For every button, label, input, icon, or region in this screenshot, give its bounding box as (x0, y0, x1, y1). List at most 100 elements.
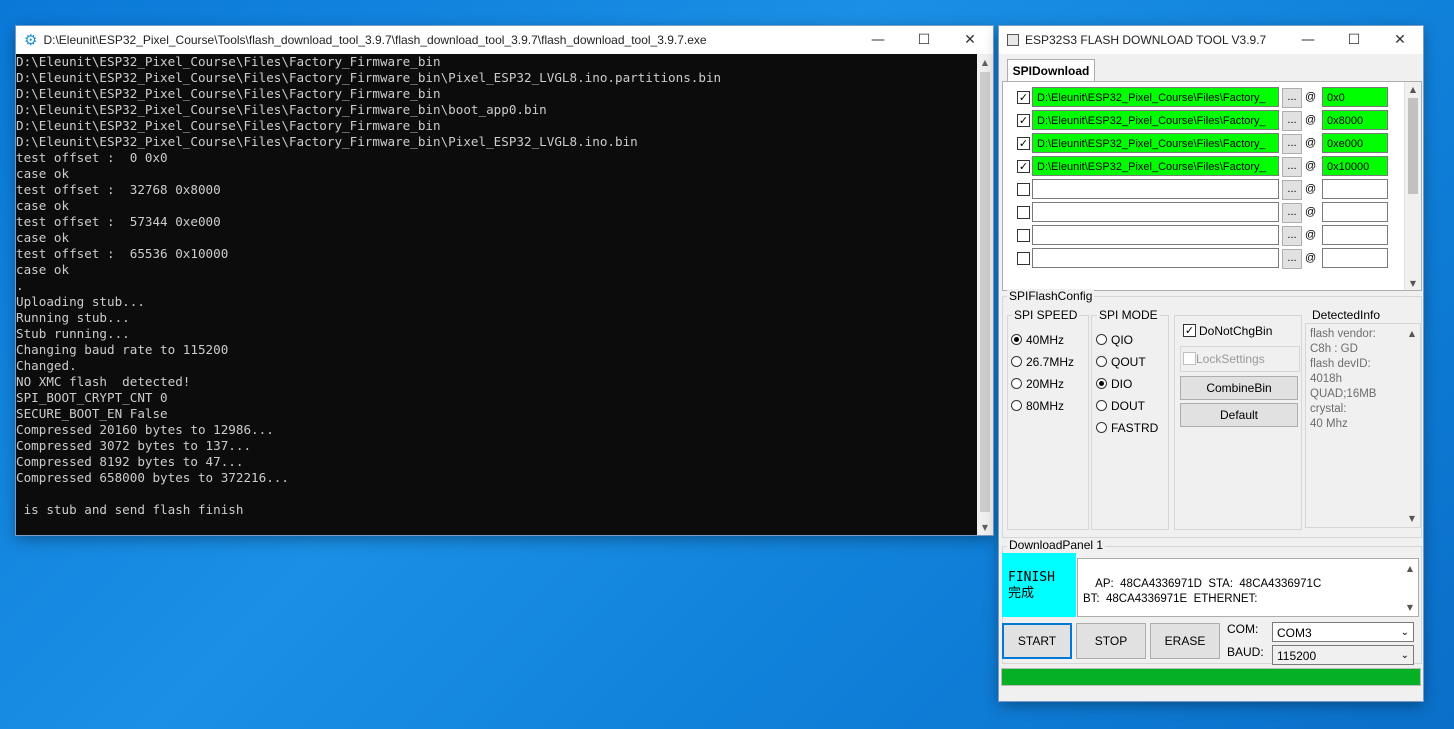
chevron-down-icon: ⌄ (1400, 650, 1409, 661)
close-button[interactable]: ✕ (1377, 26, 1423, 54)
file-checkbox[interactable]: ✓ (1017, 114, 1030, 127)
spi-speed-option-label: 26.7MHz (1026, 355, 1075, 369)
spi-mode-option-label: QIO (1111, 333, 1134, 347)
browse-button[interactable]: ... (1282, 180, 1302, 200)
lock-settings-checkbox[interactable] (1183, 352, 1196, 365)
combine-bin-button[interactable]: CombineBin (1180, 376, 1298, 400)
file-path-input[interactable]: D:\Eleunit\ESP32_Pixel_Course\Files\Fact… (1032, 156, 1279, 176)
file-row: ✓ D:\Eleunit\ESP32_Pixel_Course\Files\Fac… (1003, 87, 1403, 109)
baud-select[interactable]: 115200 ⌄ (1272, 645, 1414, 665)
browse-button[interactable]: ... (1282, 203, 1302, 223)
file-row: ✓ D:\Eleunit\ESP32_Pixel_Course\Files\Fac… (1003, 133, 1403, 155)
scroll-thumb[interactable] (980, 72, 990, 512)
spi-mode-option-label: QOUT (1111, 355, 1146, 369)
spi-mode-radio[interactable] (1096, 422, 1107, 433)
offset-input[interactable]: 0xe000 (1322, 133, 1388, 153)
file-path-input[interactable]: D:\Eleunit\ESP32_Pixel_Course\Files\Fact… (1032, 110, 1279, 130)
offset-input[interactable] (1322, 248, 1388, 268)
file-checkbox[interactable]: ✓ (1017, 91, 1030, 104)
detected-info-title: DetectedInfo (1310, 308, 1383, 322)
status-finish-text: FINISH (1008, 570, 1055, 585)
close-button[interactable]: ✕ (947, 26, 993, 54)
file-path-input[interactable]: D:\Eleunit\ESP32_Pixel_Course\Files\Fact… (1032, 133, 1279, 153)
offset-input[interactable] (1322, 225, 1388, 245)
scroll-up-icon[interactable]: ▲ (1405, 82, 1421, 96)
browse-button[interactable]: ... (1282, 249, 1302, 269)
scroll-down-icon[interactable]: ▼ (977, 519, 993, 535)
start-button[interactable]: START (1002, 623, 1072, 659)
do-not-chg-bin-checkbox[interactable]: ✓ (1183, 324, 1196, 337)
at-label: @ (1305, 160, 1317, 172)
spi-mode-radio[interactable] (1096, 400, 1107, 411)
default-button[interactable]: Default (1180, 403, 1298, 427)
file-checkbox[interactable]: ✓ (1017, 160, 1030, 173)
file-path-input[interactable] (1032, 248, 1279, 268)
spi-speed-radio[interactable] (1011, 400, 1022, 411)
lock-settings-label: LockSettings (1196, 352, 1265, 366)
minimize-button[interactable]: — (855, 26, 901, 54)
spi-speed-group (1007, 315, 1089, 530)
browse-button[interactable]: ... (1282, 111, 1302, 131)
at-label: @ (1305, 206, 1317, 218)
erase-button[interactable]: ERASE (1150, 623, 1220, 659)
spi-speed-option-label: 80MHz (1026, 399, 1065, 413)
offset-input[interactable] (1322, 179, 1388, 199)
browse-button[interactable]: ... (1282, 134, 1302, 154)
file-checkbox[interactable] (1017, 252, 1030, 265)
browse-button[interactable]: ... (1282, 226, 1302, 246)
file-path-input[interactable] (1032, 225, 1279, 245)
spi-mode-radio[interactable] (1096, 356, 1107, 367)
status-badge: FINISH 完成 (1002, 553, 1076, 617)
browse-button[interactable]: ... (1282, 88, 1302, 108)
tab-spidownload[interactable]: SPIDownload (1007, 59, 1095, 82)
flash-tool-window[interactable]: ESP32S3 FLASH DOWNLOAD TOOL V3.9.7 — ☐ ✕… (999, 26, 1423, 701)
maximize-button[interactable]: ☐ (1331, 26, 1377, 54)
tool-title: ESP32S3 FLASH DOWNLOAD TOOL V3.9.7 (1025, 33, 1267, 47)
at-label: @ (1305, 229, 1317, 241)
file-path-input[interactable] (1032, 202, 1279, 222)
spi-speed-radio[interactable] (1011, 356, 1022, 367)
offset-input[interactable]: 0x10000 (1322, 156, 1388, 176)
offset-input[interactable] (1322, 202, 1388, 222)
spi-mode-radio[interactable] (1096, 378, 1107, 389)
maximize-button[interactable]: ☐ (901, 26, 947, 54)
spi-flash-config-title: SPIFlashConfig (1007, 289, 1095, 303)
file-path-input[interactable] (1032, 179, 1279, 199)
file-list-scrollbar[interactable]: ▲ ▼ (1404, 82, 1421, 290)
scroll-up-icon[interactable]: ▲ (1404, 326, 1420, 340)
scroll-down-icon[interactable]: ▼ (1404, 511, 1420, 525)
file-checkbox[interactable]: ✓ (1017, 137, 1030, 150)
browse-button[interactable]: ... (1282, 157, 1302, 177)
console-output-area[interactable]: D:\Eleunit\ESP32_Pixel_Course\Files\Fact… (16, 54, 977, 535)
spi-speed-radio[interactable] (1011, 378, 1022, 389)
scroll-down-icon[interactable]: ▼ (1405, 276, 1421, 290)
scroll-down-icon[interactable]: ▼ (1402, 600, 1418, 614)
stop-button[interactable]: STOP (1076, 623, 1146, 659)
scroll-up-icon[interactable]: ▲ (1402, 561, 1418, 575)
download-panel-title: DownloadPanel 1 (1007, 538, 1106, 552)
spi-speed-option-label: 40MHz (1026, 333, 1065, 347)
file-row: ... @ (1003, 179, 1403, 201)
console-titlebar[interactable]: ⚙ D:\Eleunit\ESP32_Pixel_Course\Tools\fl… (16, 26, 993, 54)
file-row: ✓ D:\Eleunit\ESP32_Pixel_Course\Files\Fac… (1003, 156, 1403, 178)
at-label: @ (1305, 137, 1317, 149)
file-checkbox[interactable] (1017, 206, 1030, 219)
scroll-up-icon[interactable]: ▲ (977, 54, 993, 70)
baud-value: 115200 (1277, 649, 1317, 663)
com-select[interactable]: COM3 ⌄ (1272, 622, 1414, 642)
file-row: ... @ (1003, 202, 1403, 224)
file-checkbox[interactable] (1017, 229, 1030, 242)
file-checkbox[interactable] (1017, 183, 1030, 196)
at-label: @ (1305, 114, 1317, 126)
offset-input[interactable]: 0x8000 (1322, 110, 1388, 130)
detected-info-box: flash vendor: C8h : GD flash devID: 4018… (1305, 323, 1421, 528)
spi-speed-radio[interactable] (1011, 334, 1022, 345)
console-scrollbar[interactable]: ▲ ▼ (977, 54, 993, 535)
console-window[interactable]: ⚙ D:\Eleunit\ESP32_Pixel_Course\Tools\fl… (16, 26, 993, 535)
com-label: COM: (1227, 622, 1259, 636)
offset-input[interactable]: 0x0 (1322, 87, 1388, 107)
spi-mode-radio[interactable] (1096, 334, 1107, 345)
minimize-button[interactable]: — (1285, 26, 1331, 54)
scroll-thumb[interactable] (1408, 98, 1418, 194)
file-path-input[interactable]: D:\Eleunit\ESP32_Pixel_Course\Files\Fact… (1032, 87, 1279, 107)
